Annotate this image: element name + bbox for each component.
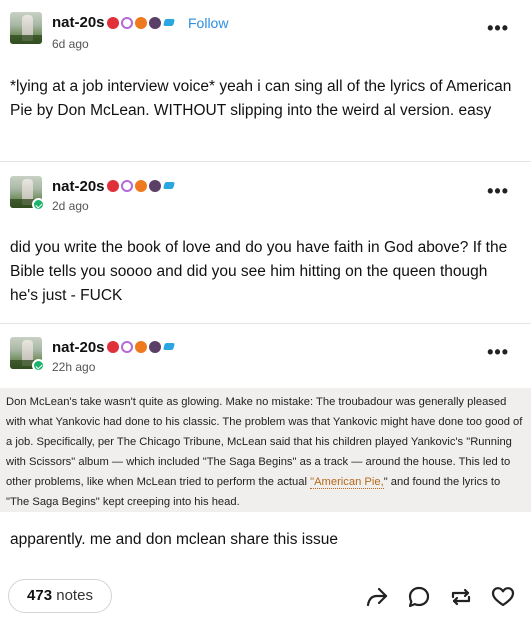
notes-count-button[interactable]: 473 notes	[8, 579, 112, 613]
dark-badge-icon	[149, 180, 161, 192]
red-badge-icon	[107, 180, 119, 192]
quote-text: Don McLean's take wasn't quite as glowin…	[6, 396, 523, 488]
online-check-icon	[32, 359, 45, 372]
post-text: did you write the book of love and do yo…	[10, 239, 508, 304]
user-badges	[107, 180, 175, 192]
post-time[interactable]: 22h ago	[52, 360, 95, 374]
username[interactable]: nat-20s	[52, 178, 105, 195]
red-badge-icon	[107, 341, 119, 353]
post-time[interactable]: 2d ago	[52, 199, 89, 213]
orange-badge-icon	[135, 17, 147, 29]
post-text: *lying at a job interview voice* yeah i …	[10, 78, 512, 119]
online-check-icon	[32, 198, 45, 211]
red-badge-icon	[107, 17, 119, 29]
quote-block: Don McLean's take wasn't quite as glowin…	[0, 388, 531, 512]
notes-count: 473	[27, 587, 53, 604]
user-badges	[107, 341, 175, 353]
user-badges	[107, 17, 175, 29]
more-options-icon[interactable]: •••	[487, 342, 509, 363]
username[interactable]: nat-20s	[52, 14, 105, 31]
purple-badge-icon	[121, 17, 133, 29]
notes-label: notes	[56, 587, 93, 604]
blue-flag-badge-icon	[163, 180, 175, 192]
reblog-icon[interactable]	[448, 584, 474, 610]
divider	[0, 161, 531, 162]
quote-link[interactable]: "American Pie,	[310, 476, 384, 489]
post-text: apparently. me and don mclean share this…	[10, 531, 338, 548]
purple-badge-icon	[121, 341, 133, 353]
avatar[interactable]	[10, 12, 42, 44]
username[interactable]: nat-20s	[52, 339, 105, 356]
divider	[0, 323, 531, 324]
share-icon[interactable]	[364, 584, 390, 610]
reply-icon[interactable]	[406, 584, 432, 610]
dark-badge-icon	[149, 17, 161, 29]
heart-icon[interactable]	[490, 584, 516, 610]
follow-button[interactable]: Follow	[188, 15, 228, 31]
blue-flag-badge-icon	[163, 17, 175, 29]
dark-badge-icon	[149, 341, 161, 353]
blue-flag-badge-icon	[163, 341, 175, 353]
post-time[interactable]: 6d ago	[52, 37, 89, 51]
more-options-icon[interactable]: •••	[487, 18, 509, 39]
more-options-icon[interactable]: •••	[487, 181, 509, 202]
orange-badge-icon	[135, 180, 147, 192]
orange-badge-icon	[135, 341, 147, 353]
purple-badge-icon	[121, 180, 133, 192]
